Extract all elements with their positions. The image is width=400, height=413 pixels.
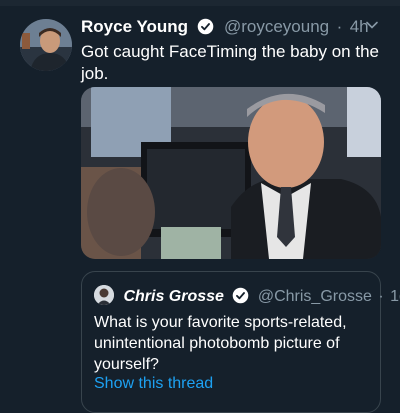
quoted-tweet-header: Chris Grosse @Chris_Grosse · 1d [94, 285, 400, 306]
verified-badge-icon [197, 18, 213, 35]
quoted-tweet-card[interactable]: Chris Grosse @Chris_Grosse · 1d What is … [81, 271, 400, 413]
verified-badge-icon [233, 287, 249, 304]
chevron-down-icon[interactable] [364, 17, 380, 33]
author-name[interactable]: Royce Young [81, 17, 188, 36]
quoted-tweet-text: What is your favorite sports-related, un… [94, 314, 347, 373]
tweet-media-video[interactable] [81, 87, 381, 259]
avatar-photo [20, 19, 72, 71]
tweet-text: Got caught FaceTiming the baby on the jo… [81, 42, 379, 83]
author-handle[interactable]: @royceyoung [224, 17, 329, 36]
top-divider [0, 0, 400, 6]
separator-dot: · [378, 288, 384, 305]
quoted-author-name: Chris Grosse [123, 288, 224, 305]
quoted-author-avatar [94, 285, 114, 305]
separator-dot: · [336, 17, 343, 36]
quoted-tweet-time: 1d [390, 288, 400, 305]
show-thread-link[interactable]: Show this thread [94, 375, 213, 393]
author-avatar[interactable] [20, 19, 72, 71]
media-image [81, 87, 381, 259]
quoted-avatar-photo [94, 285, 114, 305]
quoted-author-handle: @Chris_Grosse [257, 288, 372, 305]
tweet-header: Royce Young @royceyoung · 4h [81, 17, 384, 41]
